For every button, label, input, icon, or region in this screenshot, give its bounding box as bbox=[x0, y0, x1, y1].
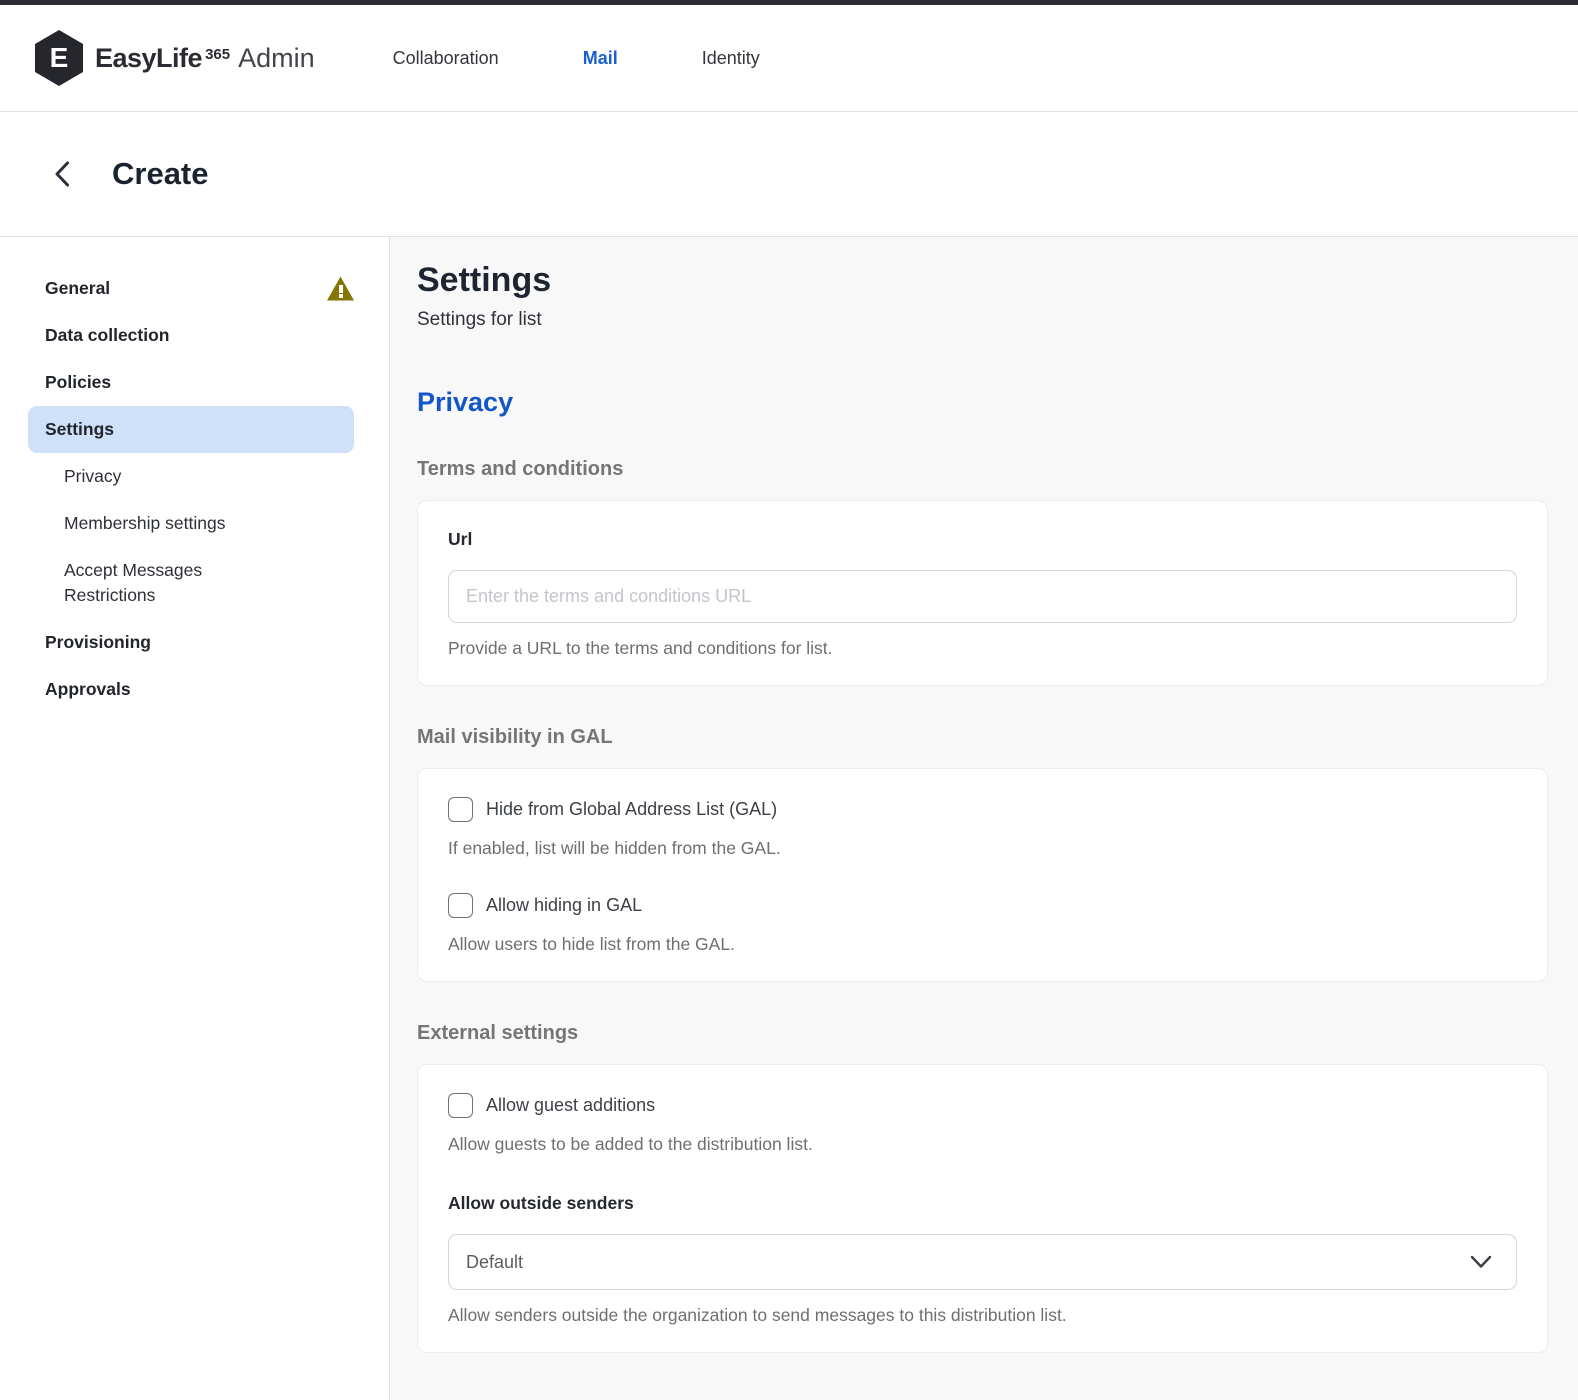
sidebar-item-label: Accept Messages Restrictions bbox=[64, 560, 203, 605]
checkbox-label: Hide from Global Address List (GAL) bbox=[486, 799, 778, 819]
nav-item-mail[interactable]: Mail bbox=[583, 48, 618, 69]
sidebar-item-label: Approvals bbox=[45, 679, 131, 699]
hide-from-gal-checkbox[interactable] bbox=[448, 797, 473, 822]
sidebar-item-accept-messages-restrictions[interactable]: Accept Messages Restrictions bbox=[0, 547, 389, 619]
app-logo: E EasyLife 365 Admin bbox=[35, 30, 315, 86]
gal-card: Hide from Global Address List (GAL) If e… bbox=[417, 768, 1548, 982]
sidebar-item-general[interactable]: General bbox=[0, 265, 389, 312]
page-title: Create bbox=[112, 156, 209, 191]
app-header: E EasyLife 365 Admin Collaboration Mail … bbox=[0, 5, 1578, 112]
outside-senders-selected-value: Default bbox=[466, 1251, 524, 1272]
hide-from-gal-checkbox-row[interactable]: Hide from Global Address List (GAL) bbox=[448, 797, 1517, 822]
sidebar-item-settings[interactable]: Settings bbox=[28, 406, 354, 453]
sidebar-item-approvals[interactable]: Approvals bbox=[0, 666, 389, 713]
chevron-down-icon bbox=[1470, 1255, 1492, 1269]
sidebar-item-label: Privacy bbox=[64, 466, 122, 486]
terms-and-conditions-group: Terms and conditions Url Provide a URL t… bbox=[417, 458, 1548, 686]
sidebar-item-membership-settings[interactable]: Membership settings bbox=[0, 500, 389, 547]
logo-text: EasyLife 365 Admin bbox=[95, 43, 315, 74]
sidebar: General Data collection Policies Setting… bbox=[0, 237, 390, 1400]
sidebar-item-label: Settings bbox=[45, 419, 115, 439]
sidebar-item-policies[interactable]: Policies bbox=[0, 359, 389, 406]
gal-group-heading: Mail visibility in GAL bbox=[417, 726, 613, 748]
main-content: Settings Settings for list Privacy Terms… bbox=[390, 237, 1578, 1400]
checkbox-label: Allow hiding in GAL bbox=[486, 895, 643, 915]
external-card: Allow guest additions Allow guests to be… bbox=[417, 1064, 1548, 1353]
logo-superscript: 365 bbox=[205, 45, 231, 63]
logo-letter: E bbox=[49, 42, 69, 73]
sidebar-item-label: Policies bbox=[45, 372, 112, 392]
hide-from-gal-helper: If enabled, list will be hidden from the… bbox=[448, 838, 781, 858]
sidebar-item-privacy[interactable]: Privacy bbox=[0, 453, 389, 500]
nav-item-collaboration[interactable]: Collaboration bbox=[393, 48, 499, 69]
nav-item-identity[interactable]: Identity bbox=[702, 48, 760, 69]
page: E EasyLife 365 Admin Collaboration Mail … bbox=[0, 0, 1578, 1400]
logo-hexagon-icon: E bbox=[35, 30, 83, 86]
external-group-heading: External settings bbox=[417, 1022, 579, 1044]
allow-hiding-gal-helper: Allow users to hide list from the GAL. bbox=[448, 934, 735, 954]
terms-url-input[interactable] bbox=[448, 570, 1517, 623]
terms-card: Url Provide a URL to the terms and condi… bbox=[417, 500, 1548, 686]
logo-suffix: Admin bbox=[238, 42, 315, 73]
allow-guest-additions-checkbox[interactable] bbox=[448, 1093, 473, 1118]
allow-guest-additions-checkbox-row[interactable]: Allow guest additions bbox=[448, 1093, 1517, 1118]
sidebar-item-label: Data collection bbox=[45, 325, 170, 345]
external-settings-group: External settings Allow guest additions … bbox=[417, 1022, 1548, 1353]
settings-heading: Settings bbox=[417, 261, 552, 299]
gal-visibility-group: Mail visibility in GAL Hide from Global … bbox=[417, 726, 1548, 982]
create-bar: Create bbox=[0, 112, 1578, 237]
allow-hiding-gal-checkbox-row[interactable]: Allow hiding in GAL bbox=[448, 893, 1517, 918]
sidebar-item-data-collection[interactable]: Data collection bbox=[0, 312, 389, 359]
content-row: General Data collection Policies Setting… bbox=[0, 237, 1578, 1400]
allow-guest-additions-helper: Allow guests to be added to the distribu… bbox=[448, 1134, 813, 1154]
sidebar-item-label: General bbox=[45, 278, 111, 298]
sidebar-item-provisioning[interactable]: Provisioning bbox=[0, 619, 389, 666]
outside-senders-select[interactable]: Default bbox=[448, 1234, 1517, 1290]
url-field-label: Url bbox=[448, 529, 473, 549]
warning-icon bbox=[327, 276, 354, 301]
sidebar-item-label: Membership settings bbox=[64, 513, 226, 533]
outside-senders-field: Allow outside senders Default Allow send… bbox=[448, 1193, 1517, 1326]
checkbox-label: Allow guest additions bbox=[486, 1095, 656, 1115]
chevron-left-icon bbox=[55, 161, 69, 187]
logo-brand: EasyLife bbox=[95, 42, 203, 73]
terms-group-heading: Terms and conditions bbox=[417, 458, 624, 480]
sidebar-item-label: Provisioning bbox=[45, 632, 151, 652]
top-nav: Collaboration Mail Identity bbox=[393, 48, 760, 69]
privacy-section-heading: Privacy bbox=[417, 387, 514, 417]
allow-hiding-gal-checkbox[interactable] bbox=[448, 893, 473, 918]
back-button[interactable] bbox=[48, 160, 76, 188]
url-helper-text: Provide a URL to the terms and condition… bbox=[448, 638, 833, 658]
settings-subtitle: Settings for list bbox=[417, 309, 542, 330]
outside-senders-helper: Allow senders outside the organization t… bbox=[448, 1305, 1067, 1325]
outside-senders-label: Allow outside senders bbox=[448, 1193, 634, 1213]
